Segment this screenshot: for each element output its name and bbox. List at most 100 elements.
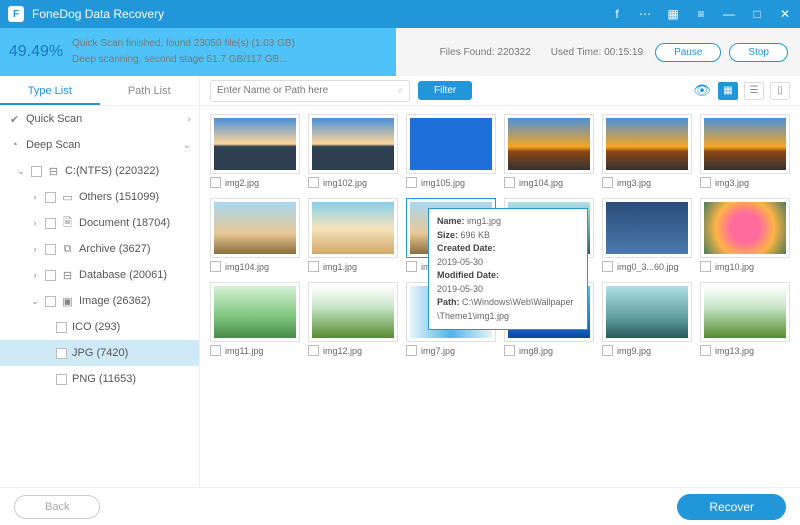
tree-others[interactable]: › ▭ Others (151099) bbox=[0, 184, 199, 210]
file-item[interactable]: img11.jpg bbox=[210, 282, 300, 356]
tree-quick-scan[interactable]: ✔ Quick Scan › bbox=[0, 106, 199, 132]
tree-document[interactable]: › 🗎 Document (18704) bbox=[0, 210, 199, 236]
thumbnail[interactable] bbox=[700, 114, 790, 174]
thumbnail[interactable] bbox=[210, 282, 300, 342]
file-name: img9.jpg bbox=[617, 346, 651, 356]
detail-view-icon[interactable]: ▯ bbox=[770, 82, 790, 100]
tree-png[interactable]: PNG (11653) bbox=[0, 366, 199, 392]
expand-icon[interactable]: › bbox=[30, 270, 40, 280]
tree-database[interactable]: › ⊟ Database (20061) bbox=[0, 262, 199, 288]
maximize-icon[interactable]: □ bbox=[750, 7, 764, 21]
file-item[interactable]: img3.jpg bbox=[602, 114, 692, 188]
filter-button[interactable]: Filter bbox=[418, 81, 472, 100]
file-name: img0_3...60.jpg bbox=[617, 262, 679, 272]
checkbox[interactable] bbox=[602, 177, 613, 188]
expand-icon[interactable]: ⌄ bbox=[16, 166, 26, 177]
checkbox[interactable] bbox=[210, 261, 221, 272]
file-name: img102.jpg bbox=[323, 178, 367, 188]
checkbox[interactable] bbox=[602, 345, 613, 356]
file-item[interactable]: img102.jpg bbox=[308, 114, 398, 188]
expand-icon[interactable]: › bbox=[30, 244, 40, 254]
file-name: img104.jpg bbox=[225, 262, 269, 272]
search-box[interactable]: ⌕ bbox=[210, 80, 410, 102]
file-item[interactable]: img104.jpg bbox=[210, 198, 300, 272]
checkbox[interactable] bbox=[56, 374, 67, 385]
sidebar: Type List Path List ✔ Quick Scan › ◔ Dee… bbox=[0, 76, 200, 487]
checkbox[interactable] bbox=[45, 270, 56, 281]
file-item[interactable]: img9.jpg bbox=[602, 282, 692, 356]
checkbox[interactable] bbox=[700, 177, 711, 188]
facebook-icon[interactable]: f bbox=[610, 7, 624, 21]
file-item[interactable]: img2.jpg bbox=[210, 114, 300, 188]
checkbox[interactable] bbox=[602, 261, 613, 272]
checkbox[interactable] bbox=[45, 244, 56, 255]
thumbnail[interactable] bbox=[602, 114, 692, 174]
checkbox[interactable] bbox=[700, 261, 711, 272]
checkbox[interactable] bbox=[406, 345, 417, 356]
file-item[interactable]: img0_3...60.jpg bbox=[602, 198, 692, 272]
expand-icon[interactable]: › bbox=[30, 218, 40, 228]
checkbox[interactable] bbox=[700, 345, 711, 356]
menu-icon[interactable]: ≡ bbox=[694, 7, 708, 21]
checkbox[interactable] bbox=[308, 345, 319, 356]
minimize-icon[interactable]: — bbox=[722, 7, 736, 21]
thumbnail[interactable] bbox=[700, 282, 790, 342]
close-icon[interactable]: ✕ bbox=[778, 7, 792, 21]
thumbnail[interactable] bbox=[602, 282, 692, 342]
checkbox[interactable] bbox=[45, 296, 56, 307]
tab-type-list[interactable]: Type List bbox=[0, 76, 100, 105]
thumbnail[interactable] bbox=[504, 114, 594, 174]
pause-button[interactable]: Pause bbox=[655, 43, 721, 62]
file-item[interactable]: img12.jpg bbox=[308, 282, 398, 356]
checkbox[interactable] bbox=[56, 322, 67, 333]
search-icon[interactable]: ⌕ bbox=[397, 85, 403, 96]
thumbnail[interactable] bbox=[406, 114, 496, 174]
checkbox[interactable] bbox=[406, 177, 417, 188]
expand-icon[interactable]: ⌄ bbox=[30, 296, 40, 307]
checkbox[interactable] bbox=[210, 177, 221, 188]
checkbox[interactable] bbox=[45, 218, 56, 229]
list-view-icon[interactable]: ☰ bbox=[744, 82, 764, 100]
file-item[interactable]: img105.jpg bbox=[406, 114, 496, 188]
thumbnail[interactable] bbox=[308, 198, 398, 258]
progress-percent: 49.49% bbox=[0, 43, 72, 61]
tree-drive[interactable]: ⌄ ⊟ C:(NTFS) (220322) bbox=[0, 158, 199, 184]
tree-deep-scan[interactable]: ◔ Deep Scan ⌄ bbox=[0, 132, 199, 158]
tree-jpg[interactable]: JPG (7420) bbox=[0, 340, 199, 366]
main-area: Type List Path List ✔ Quick Scan › ◔ Dee… bbox=[0, 76, 800, 487]
thumbnail[interactable] bbox=[210, 114, 300, 174]
tree-archive[interactable]: › ⧉ Archive (3627) bbox=[0, 236, 199, 262]
thumbnail[interactable] bbox=[308, 114, 398, 174]
checkbox[interactable] bbox=[308, 177, 319, 188]
stop-button[interactable]: Stop bbox=[729, 43, 788, 62]
checkbox[interactable] bbox=[56, 348, 67, 359]
file-item[interactable]: img3.jpg bbox=[700, 114, 790, 188]
search-input[interactable] bbox=[217, 85, 397, 96]
register-icon[interactable]: ▦ bbox=[666, 7, 680, 21]
checkbox[interactable] bbox=[308, 261, 319, 272]
recover-button[interactable]: Recover bbox=[677, 494, 786, 520]
tree-image[interactable]: ⌄ ▣ Image (26362) bbox=[0, 288, 199, 314]
checkbox[interactable] bbox=[504, 177, 515, 188]
tab-path-list[interactable]: Path List bbox=[100, 76, 200, 105]
checkbox[interactable] bbox=[31, 166, 42, 177]
thumbnail[interactable] bbox=[210, 198, 300, 258]
file-item[interactable]: img104.jpg bbox=[504, 114, 594, 188]
checkbox[interactable] bbox=[45, 192, 56, 203]
preview-icon[interactable]: 👁 bbox=[692, 82, 712, 100]
thumbnail[interactable] bbox=[700, 198, 790, 258]
tree: ✔ Quick Scan › ◔ Deep Scan ⌄ ⌄ ⊟ C:(NTFS… bbox=[0, 106, 199, 487]
tree-ico[interactable]: ICO (293) bbox=[0, 314, 199, 340]
thumbnail[interactable] bbox=[602, 198, 692, 258]
file-item[interactable]: img10.jpg bbox=[700, 198, 790, 272]
back-button[interactable]: Back bbox=[14, 495, 100, 519]
file-item[interactable]: img13.jpg bbox=[700, 282, 790, 356]
feedback-icon[interactable]: ⋯ bbox=[638, 7, 652, 21]
checkbox[interactable] bbox=[406, 261, 417, 272]
grid-view-icon[interactable]: ▦ bbox=[718, 82, 738, 100]
thumbnail[interactable] bbox=[308, 282, 398, 342]
file-item[interactable]: img1.jpg bbox=[308, 198, 398, 272]
checkbox[interactable] bbox=[210, 345, 221, 356]
checkbox[interactable] bbox=[504, 345, 515, 356]
expand-icon[interactable]: › bbox=[30, 192, 40, 202]
